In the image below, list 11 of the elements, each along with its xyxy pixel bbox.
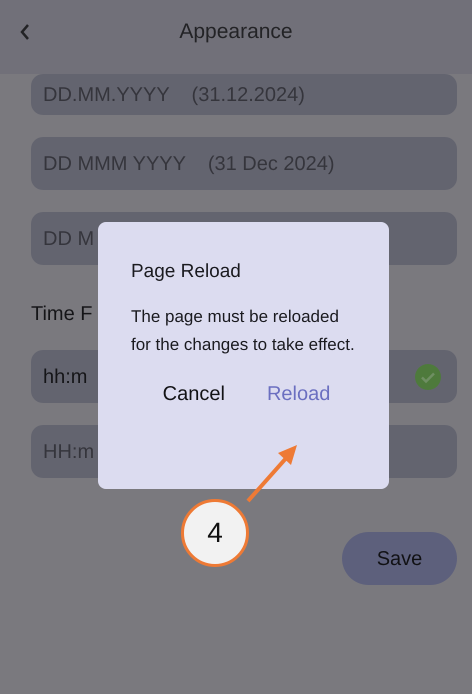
back-icon[interactable] bbox=[19, 23, 31, 41]
step-badge: 4 bbox=[181, 499, 249, 567]
cancel-button[interactable]: Cancel bbox=[162, 378, 225, 408]
header-title: Appearance bbox=[179, 19, 293, 46]
check-icon bbox=[415, 364, 441, 390]
option-label: hh:m bbox=[43, 364, 88, 390]
dialog-message: The page must be reloaded for the changes to take effect. bbox=[131, 306, 356, 356]
dialog-title: Page Reload bbox=[131, 260, 242, 284]
reload-button[interactable]: Reload bbox=[266, 378, 330, 408]
save-button[interactable]: Save bbox=[342, 532, 457, 585]
section-label: Time F bbox=[31, 302, 92, 327]
